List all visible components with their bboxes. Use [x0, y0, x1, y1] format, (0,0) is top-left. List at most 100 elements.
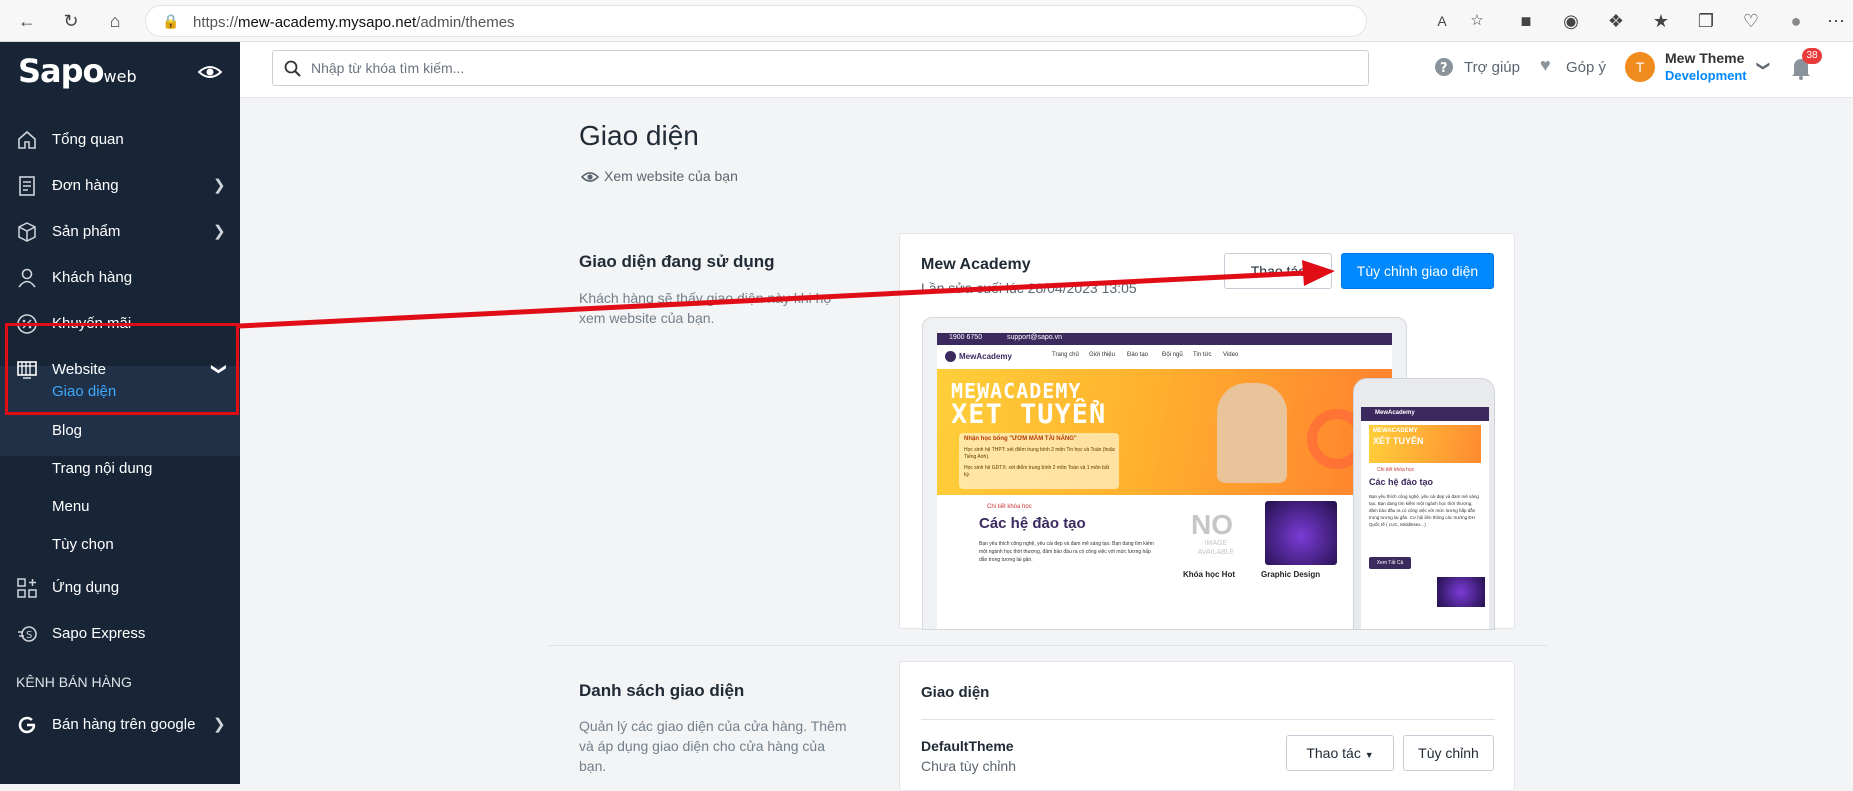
favorite-add-icon[interactable]: ☆: [1466, 10, 1488, 32]
annotation-highlight-box: [5, 323, 239, 415]
customize-theme-button[interactable]: Tùy chỉnh giao diện: [1341, 253, 1494, 289]
mobile-course-image: [1437, 577, 1485, 607]
sidebar-subitem-blog[interactable]: Blog: [52, 422, 82, 439]
health-icon[interactable]: ♡: [1740, 10, 1762, 32]
apps-icon: [17, 578, 37, 598]
preview-nav: MewAcademy Trang chủ Giới thiệu Đào tạo …: [937, 345, 1392, 369]
notification-badge: 38: [1802, 48, 1822, 64]
card-divider: [921, 719, 1495, 720]
preview-content: Chi tiết khóa học Các hệ đào tạo Bạn yêu…: [937, 495, 1392, 629]
theme-list-card: Giao diện DefaultTheme Chưa tùy chỉnh Th…: [899, 661, 1515, 791]
help-icon[interactable]: ?: [1434, 57, 1454, 77]
current-theme-heading: Giao diện đang sử dụng: [579, 252, 775, 271]
chevron-right-icon: ❯: [213, 177, 226, 194]
favorites-icon[interactable]: ★: [1650, 10, 1672, 32]
mobile-banner-line2: XÉT TUYỂN: [1373, 436, 1424, 446]
page-title: Giao diện: [579, 120, 699, 151]
address-bar[interactable]: 🔒 https://mew-academy.mysapo.net/admin/t…: [145, 5, 1484, 37]
eye-icon[interactable]: [198, 62, 222, 82]
theme-customize-button[interactable]: Tùy chỉnh: [1403, 735, 1494, 771]
sidebar-subitem-menu[interactable]: Menu: [52, 498, 90, 515]
url-text: https://mew-academy.mysapo.net/admin/the…: [193, 14, 515, 31]
theme-actions-label: Thao tác: [1306, 745, 1361, 761]
desktop-preview: 1900 6750 support@sapo.vn MewAcademy Tra…: [922, 317, 1407, 630]
home-icon[interactable]: ⌂: [104, 10, 126, 32]
preview-menu-item: Giới thiệu: [1089, 352, 1115, 358]
preview-banner: MEWACADEMY XÉT TUYỂN Nhận học bổng "ƯƠM …: [937, 369, 1392, 495]
mobile-header: MewAcademy: [1361, 407, 1489, 421]
more-icon[interactable]: ⋯: [1825, 10, 1847, 32]
preview-no-image-sub: IMAGE AVAILABLE: [1197, 540, 1235, 556]
search-input[interactable]: Nhập từ khóa tìm kiếm...: [272, 50, 1369, 86]
box-icon: [18, 222, 36, 242]
mobile-screen: MewAcademy MEWACADEMY XÉT TUYỂN Chi tiết…: [1361, 407, 1489, 629]
preview-banner-line2: XÉT TUYỂN: [951, 399, 1107, 430]
theme-name: DefaultTheme: [921, 738, 1014, 754]
profile-icon[interactable]: ●: [1785, 10, 1807, 32]
store-name[interactable]: Mew Theme: [1665, 50, 1744, 66]
help-link[interactable]: Trợ giúp: [1464, 59, 1520, 76]
current-theme-actions-button[interactable]: Thao tác: [1224, 253, 1332, 289]
heart-icon[interactable]: ♥: [1540, 55, 1551, 76]
mobile-section-title: Các hệ đào tạo: [1369, 477, 1434, 487]
sidebar-subitem-pages[interactable]: Trang nội dung: [52, 460, 152, 477]
caret-down-icon: ▼: [1364, 750, 1374, 760]
sidebar-item-sapo-express[interactable]: S Sapo Express: [0, 611, 240, 657]
theme-actions-button[interactable]: Thao tác ▼: [1286, 735, 1394, 771]
preview-menu-item: Đào tạo: [1127, 352, 1149, 358]
preview-no-image: NO: [1191, 509, 1233, 540]
eye-icon: [581, 172, 599, 182]
reload-icon[interactable]: ↻: [60, 10, 82, 32]
preview-menu-item: Tin tức: [1193, 352, 1212, 358]
mobile-section-kicker: Chi tiết khóa học: [1377, 467, 1415, 473]
user-icon: [18, 268, 36, 288]
lock-icon: 🔒: [162, 13, 180, 29]
theme-list-card-header: Giao diện: [921, 684, 990, 701]
sidebar-item-label: Bán hàng trên google: [52, 716, 196, 733]
read-aloud-icon[interactable]: A: [1431, 10, 1453, 32]
sidebar-item-google-shopping[interactable]: Bán hàng trên google ❯: [0, 702, 240, 748]
collections-icon[interactable]: ❐: [1695, 10, 1717, 32]
sidebar-item-products[interactable]: Sản phẩm ❯: [0, 209, 240, 255]
view-website-link[interactable]: Xem website của bạn: [604, 168, 738, 184]
section-divider: [548, 645, 1547, 646]
preview-brand: MewAcademy: [959, 352, 1012, 361]
sidebar-item-orders[interactable]: Đơn hàng ❯: [0, 163, 240, 209]
store-environment: Development: [1665, 68, 1747, 83]
sapo-logo[interactable]: Sapoweb: [18, 52, 137, 90]
avatar[interactable]: T: [1625, 52, 1655, 82]
mobile-preview: MewAcademy MEWACADEMY XÉT TUYỂN Chi tiết…: [1353, 378, 1495, 630]
sidebar-item-label: Khách hàng: [52, 269, 133, 286]
preview-menu-item: Video: [1223, 352, 1239, 358]
sidebar-item-apps[interactable]: Ứng dụng: [0, 565, 240, 611]
svg-text:?: ?: [1440, 61, 1448, 76]
sidebar-subitem-options[interactable]: Tùy chọn: [52, 536, 114, 553]
search-icon: [284, 60, 301, 77]
preview-menu-item: Đội ngũ: [1162, 352, 1183, 358]
current-theme-name: Mew Academy: [921, 256, 1031, 273]
chevron-right-icon: ❯: [213, 716, 226, 733]
search-placeholder: Nhập từ khóa tìm kiếm...: [311, 60, 465, 76]
feedback-link[interactable]: Góp ý: [1566, 59, 1606, 76]
puzzle-icon[interactable]: ❖: [1605, 10, 1627, 32]
sidebar-item-overview[interactable]: Tổng quan: [0, 117, 240, 163]
preview-email: support@sapo.vn: [1007, 334, 1062, 341]
sidebar-item-label: Ứng dụng: [52, 579, 120, 596]
chevron-right-icon: ❯: [213, 223, 226, 240]
sidebar-item-customers[interactable]: Khách hàng: [0, 255, 240, 301]
sidebar-item-label: Tổng quan: [52, 131, 124, 148]
preview-course-title: Graphic Design: [1261, 570, 1321, 579]
theme-list-description: Quản lý các giao diện của cửa hàng. Thêm…: [579, 718, 847, 774]
mobile-view-all-button: Xem Tất Cả: [1369, 557, 1411, 569]
preview-section-kicker: Chi tiết khóa học: [987, 504, 1032, 510]
screenshot-icon[interactable]: ◉: [1560, 10, 1582, 32]
preview-banner-text: Học sinh hệ GDTX: xét điểm trung bình 2 …: [964, 465, 1109, 478]
preview-logo-icon: [945, 351, 956, 362]
preview-course-image: [1265, 501, 1337, 565]
svg-text:S: S: [26, 630, 32, 641]
sidebar-item-label: Sản phẩm: [52, 223, 121, 240]
back-icon[interactable]: ←: [16, 10, 38, 32]
chevron-down-icon[interactable]: ❯: [1755, 61, 1771, 72]
google-icon: [18, 716, 36, 734]
extension-icon[interactable]: ■: [1515, 10, 1537, 32]
